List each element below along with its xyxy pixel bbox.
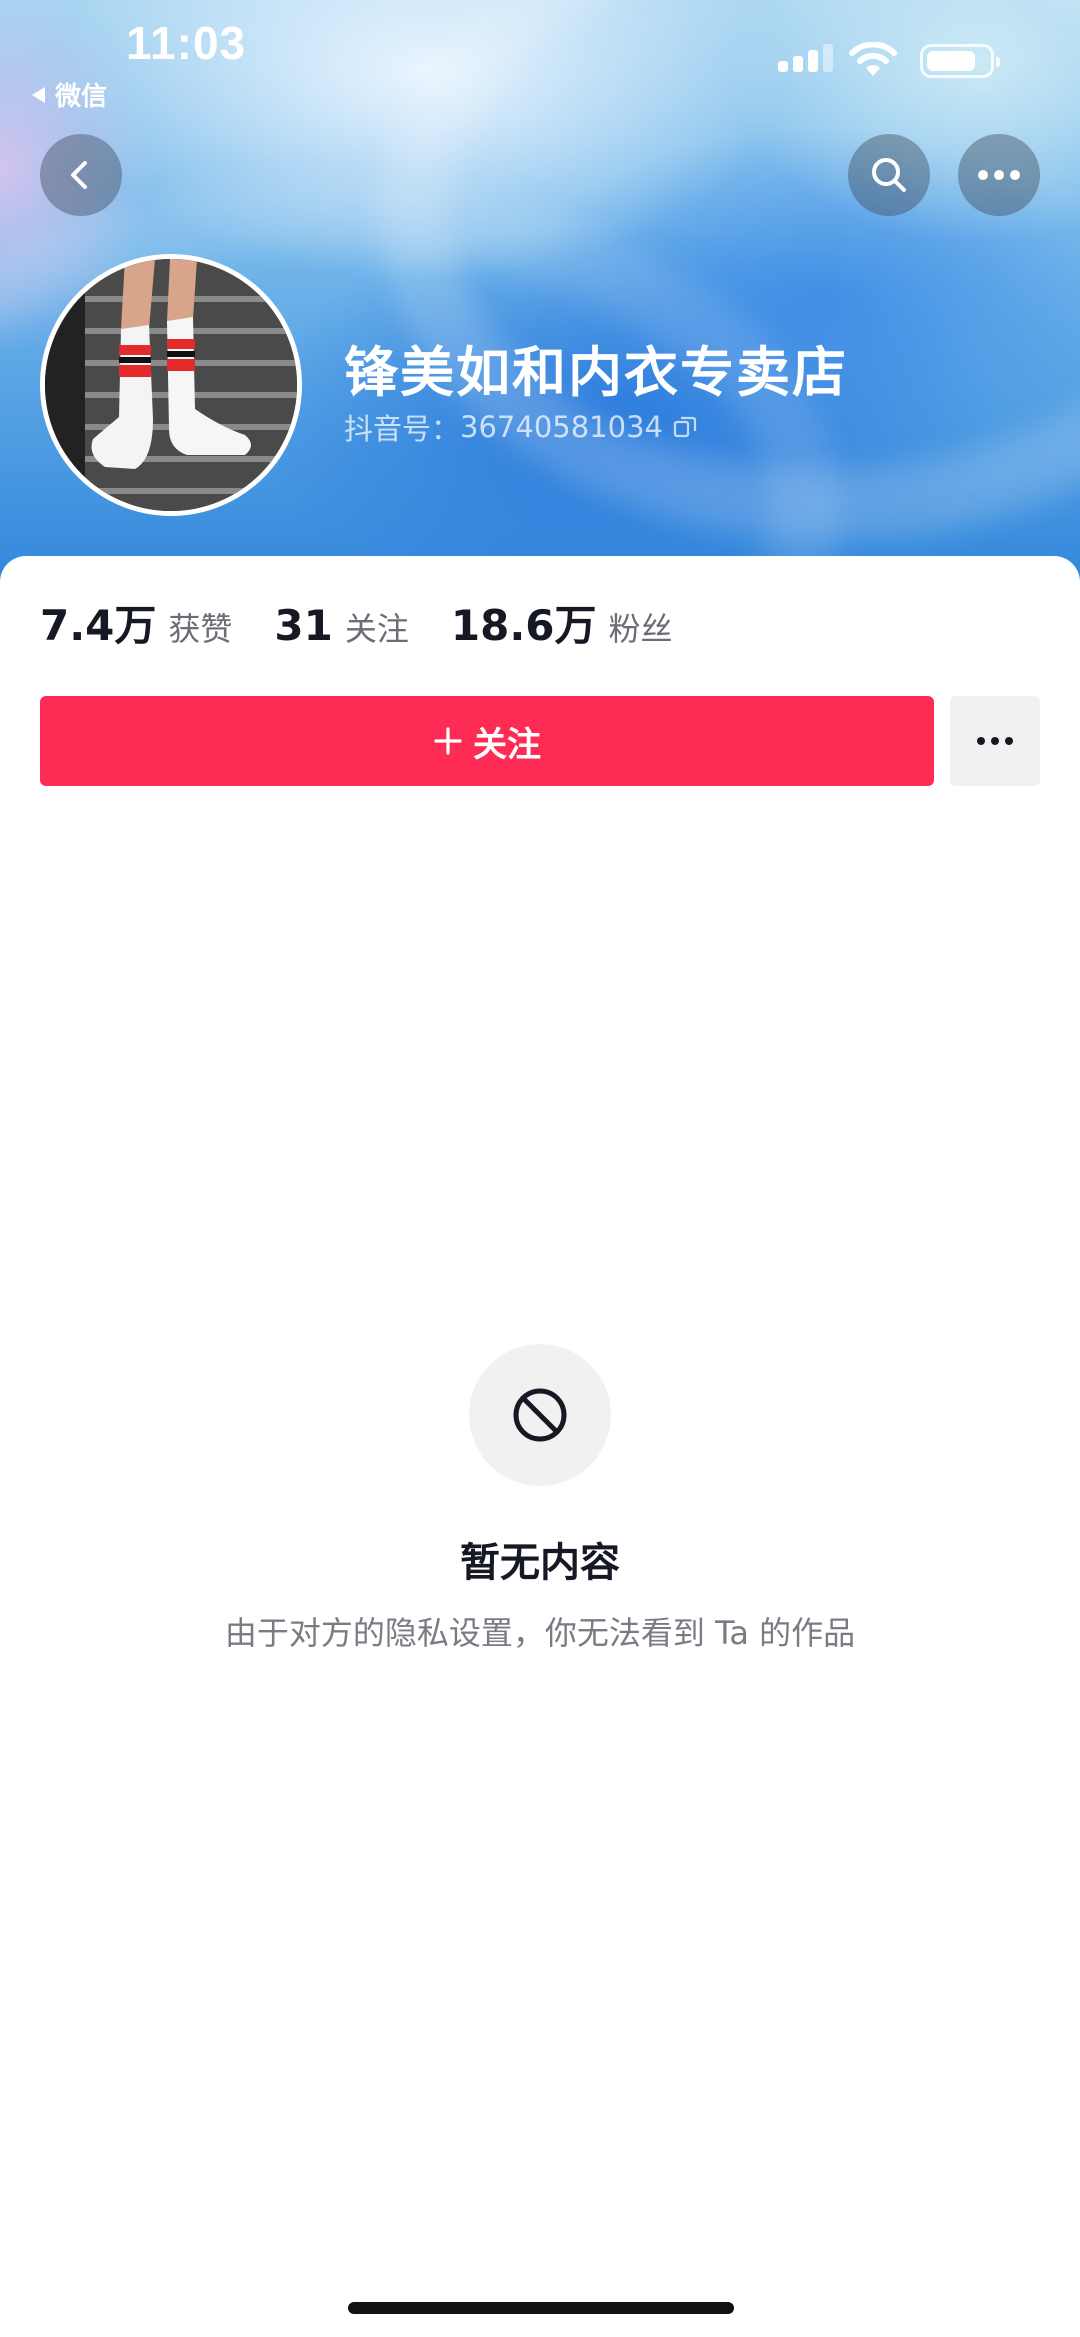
- cellular-signal-icon: [778, 42, 834, 72]
- douyin-id-value: 36740581034: [460, 410, 663, 444]
- back-button[interactable]: [40, 134, 122, 216]
- stat-label: 关注: [344, 610, 409, 648]
- back-to-wechat-link[interactable]: 微信: [32, 76, 107, 113]
- prohibited-icon: [513, 1388, 567, 1442]
- ellipsis-icon: [977, 737, 1013, 745]
- chevron-left-icon: [71, 161, 87, 189]
- stat-value: 18.6万: [450, 601, 597, 650]
- more-actions-button[interactable]: [950, 696, 1040, 786]
- home-indicator[interactable]: [348, 2302, 734, 2314]
- profile-stats: 7.4万 获赞 31 关注 18.6万 粉丝: [40, 592, 715, 653]
- more-options-button[interactable]: [958, 134, 1040, 216]
- empty-state-title: 暂无内容: [460, 1540, 620, 1586]
- back-triangle-icon: [32, 86, 45, 103]
- copy-icon[interactable]: [673, 415, 697, 439]
- follow-button[interactable]: 关注: [40, 696, 934, 786]
- douyin-id-label: 抖音号：: [344, 412, 461, 446]
- stat-likes[interactable]: 7.4万 获赞: [40, 592, 232, 653]
- empty-state-icon-container: [469, 1344, 611, 1486]
- battery-icon: [920, 44, 1000, 78]
- stat-following[interactable]: 31 关注: [274, 601, 408, 650]
- empty-state-description: 由于对方的隐私设置，你无法看到 Ta 的作品: [224, 1614, 856, 1652]
- stat-followers[interactable]: 18.6万 粉丝: [451, 592, 673, 653]
- avatar-image: [45, 259, 297, 511]
- plus-icon: [434, 727, 462, 755]
- stat-label: 粉丝: [608, 610, 673, 648]
- stat-value: 7.4万: [40, 601, 157, 650]
- ellipsis-icon: [978, 170, 1020, 180]
- douyin-id[interactable]: 抖音号： 36740581034: [344, 406, 697, 448]
- search-button[interactable]: [848, 134, 930, 216]
- follow-button-label: 关注: [473, 724, 541, 765]
- avatar[interactable]: [40, 254, 302, 516]
- stat-label: 获赞: [168, 610, 233, 648]
- battery-level-fill: [927, 51, 975, 71]
- profile-name: 锋美如和内衣专卖店: [344, 341, 848, 404]
- back-app-label: 微信: [55, 82, 108, 112]
- wifi-icon: [848, 41, 898, 78]
- status-time: 11:03: [126, 17, 247, 69]
- stat-value: 31: [274, 601, 333, 650]
- search-icon: [872, 158, 906, 192]
